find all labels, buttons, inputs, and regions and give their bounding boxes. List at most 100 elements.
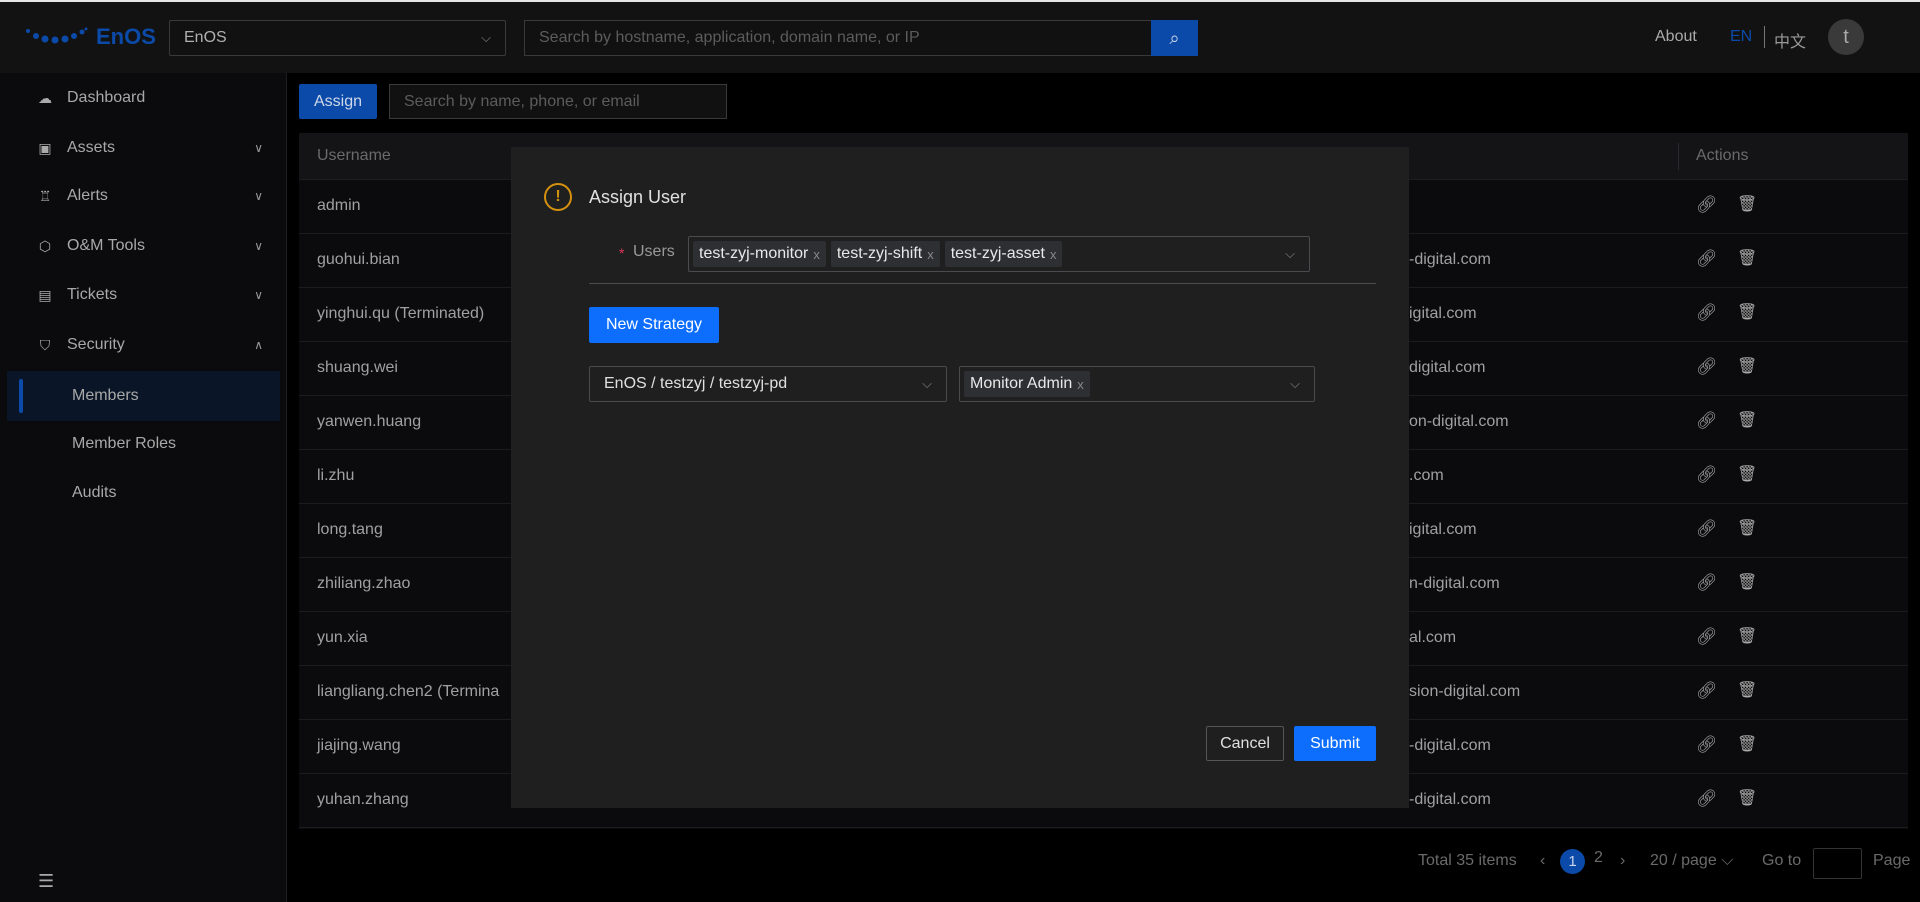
goto-page-input[interactable] xyxy=(1813,848,1862,879)
assign-user-modal: ! Assign User * Users test-zyj-monitor x … xyxy=(511,147,1409,808)
collapse-menu-icon[interactable]: ☰ xyxy=(38,871,54,892)
trash-icon[interactable]: 🗑︎ xyxy=(1737,410,1757,430)
email-cell: -digital.com xyxy=(1409,251,1491,268)
role-select[interactable]: Monitor Admin x ⌵ xyxy=(959,366,1315,402)
toolbox-icon: ⬡ xyxy=(38,237,52,254)
link-icon[interactable]: 🔗︎ xyxy=(1696,465,1718,485)
page-2[interactable]: 2 xyxy=(1594,849,1603,867)
trash-icon[interactable]: 🗑︎ xyxy=(1737,194,1757,214)
trash-icon[interactable]: 🗑︎ xyxy=(1737,518,1757,538)
page-1[interactable]: 1 xyxy=(1560,849,1585,874)
enos-logo[interactable]: EnOS xyxy=(24,24,156,50)
sidebar-item-om-tools[interactable]: ⬡ O&M Tools ∨ xyxy=(0,226,287,266)
chevron-down-icon: ⌵ xyxy=(922,376,932,391)
prev-page-icon[interactable]: ‹ xyxy=(1540,852,1545,870)
username-cell: zhiliang.zhao xyxy=(317,575,411,592)
modal-title: Assign User xyxy=(589,187,687,207)
chevron-down-icon: ⌵ xyxy=(1290,376,1300,391)
link-icon[interactable]: 🔗︎ xyxy=(1696,789,1718,809)
org-path-select[interactable]: EnOS / testzyj / testzyj-pd ⌵ xyxy=(589,366,947,402)
cloud-upload-icon: ☁ xyxy=(38,89,52,106)
sidebar-item-assets[interactable]: ▣ Assets ∨ xyxy=(0,128,287,168)
global-search-input[interactable]: Search by hostname, application, domain … xyxy=(524,20,1152,56)
new-strategy-button[interactable]: New Strategy xyxy=(589,307,719,343)
lang-en[interactable]: EN xyxy=(1730,28,1752,46)
trash-icon[interactable]: 🗑︎ xyxy=(1737,464,1757,484)
sidebar-item-tickets[interactable]: ▤ Tickets ∨ xyxy=(0,275,287,315)
user-tag: test-zyj-asset x xyxy=(944,241,1063,267)
user-tag: test-zyj-shift x xyxy=(830,241,940,267)
top-bar: EnOS EnOS ⌵ Search by hostname, applicati… xyxy=(0,0,1920,73)
sidebar-item-alerts[interactable]: ♖ Alerts ∨ xyxy=(0,176,287,216)
trash-icon[interactable]: 🗑︎ xyxy=(1737,302,1757,322)
username-cell: li.zhu xyxy=(317,467,355,484)
remove-tag-icon[interactable]: x xyxy=(1077,377,1084,392)
shield-icon: ⛉ xyxy=(39,336,51,353)
search-button[interactable]: ⌕ xyxy=(1151,20,1198,56)
next-page-icon[interactable]: › xyxy=(1620,852,1625,870)
trash-icon[interactable]: 🗑︎ xyxy=(1737,248,1757,268)
lang-zh[interactable]: 中文 xyxy=(1774,28,1806,52)
org-select[interactable]: EnOS ⌵ xyxy=(169,20,506,56)
assign-button[interactable]: Assign xyxy=(299,84,377,119)
username-cell: long.tang xyxy=(317,521,383,538)
email-cell: sion-digital.com xyxy=(1409,683,1521,700)
assets-icon: ▣ xyxy=(38,139,52,156)
sidebar-item-audits[interactable]: Audits xyxy=(7,468,280,518)
link-icon[interactable]: 🔗︎ xyxy=(1696,357,1718,377)
trash-icon[interactable]: 🗑︎ xyxy=(1737,626,1757,646)
sidebar: ☁ Dashboard ▣ Assets ∨ ♖ Alerts ∨ ⬡ O&M Tools ∨… xyxy=(0,73,287,902)
page-label: Page xyxy=(1873,852,1911,869)
column-divider xyxy=(1678,143,1679,170)
sidebar-item-member-roles[interactable]: Member Roles xyxy=(7,419,280,469)
trash-icon[interactable]: 🗑︎ xyxy=(1737,680,1757,700)
username-cell: yun.xia xyxy=(317,629,368,646)
email-cell: n-digital.com xyxy=(1409,575,1500,592)
link-icon[interactable]: 🔗︎ xyxy=(1696,303,1718,323)
link-icon[interactable]: 🔗︎ xyxy=(1696,627,1718,647)
remove-tag-icon[interactable]: x xyxy=(927,247,934,262)
remove-tag-icon[interactable]: x xyxy=(813,247,820,262)
email-cell: on-digital.com xyxy=(1409,413,1509,430)
user-tag: test-zyj-monitor x xyxy=(693,241,826,267)
username-cell: yuhan.zhang xyxy=(317,791,409,808)
users-select[interactable]: test-zyj-monitor x test-zyj-shift x test-z… xyxy=(688,236,1310,272)
warning-icon: ! xyxy=(544,183,572,211)
role-tag: Monitor Admin x xyxy=(964,371,1090,397)
username-cell: guohui.bian xyxy=(317,251,400,268)
remove-tag-icon[interactable]: x xyxy=(1050,247,1057,262)
link-icon[interactable]: 🔗︎ xyxy=(1696,681,1718,701)
chevron-up-icon: ∧ xyxy=(254,338,263,352)
link-icon[interactable]: 🔗︎ xyxy=(1696,411,1718,431)
cancel-button[interactable]: Cancel xyxy=(1206,726,1284,761)
email-cell: digital.com xyxy=(1409,359,1486,376)
lang-divider xyxy=(1764,26,1765,48)
trash-icon[interactable]: 🗑︎ xyxy=(1737,572,1757,592)
sidebar-item-security[interactable]: ⛉ Security ∧ xyxy=(0,325,287,365)
trash-icon[interactable]: 🗑︎ xyxy=(1737,734,1757,754)
sidebar-item-members[interactable]: Members xyxy=(7,371,280,421)
chevron-down-icon: ∨ xyxy=(254,288,263,302)
link-icon[interactable]: 🔗︎ xyxy=(1696,573,1718,593)
link-icon[interactable]: 🔗︎ xyxy=(1696,519,1718,539)
trash-icon[interactable]: 🗑︎ xyxy=(1737,788,1757,808)
sidebar-item-dashboard[interactable]: ☁ Dashboard xyxy=(0,78,287,118)
link-icon[interactable]: 🔗︎ xyxy=(1696,195,1718,215)
email-cell: -digital.com xyxy=(1409,791,1491,808)
chevron-down-icon: ⌵ xyxy=(1285,246,1295,261)
chevron-down-icon: ⌵ xyxy=(1721,852,1734,869)
column-actions: Actions xyxy=(1696,147,1749,164)
chevron-down-icon: ∨ xyxy=(254,189,263,203)
link-icon[interactable]: 🔗︎ xyxy=(1696,735,1718,755)
link-icon[interactable]: 🔗︎ xyxy=(1696,249,1718,269)
member-search-input[interactable]: Search by name, phone, or email xyxy=(389,84,727,119)
search-icon: ⌕ xyxy=(1169,27,1180,48)
trash-icon[interactable]: 🗑︎ xyxy=(1737,356,1757,376)
about-link[interactable]: About xyxy=(1655,28,1697,46)
total-items: Total 35 items xyxy=(1418,852,1517,869)
avatar[interactable]: t xyxy=(1828,19,1864,55)
page-size-select[interactable]: 20 / page ⌵ xyxy=(1650,852,1733,870)
username-cell: yinghui.qu (Terminated) xyxy=(317,305,485,322)
submit-button[interactable]: Submit xyxy=(1294,726,1376,761)
email-cell: .com xyxy=(1409,467,1444,484)
